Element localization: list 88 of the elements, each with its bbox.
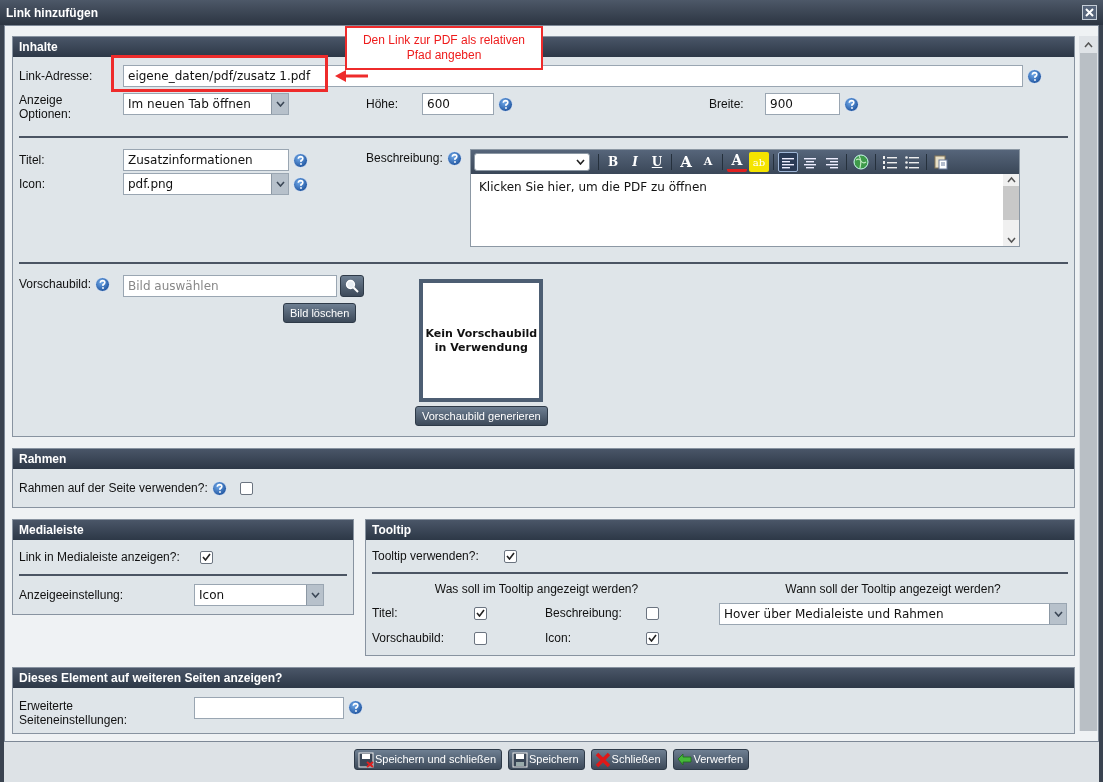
numbered-list-icon	[882, 154, 898, 170]
width-field[interactable]: 900	[765, 93, 840, 115]
help-icon	[446, 150, 462, 166]
field-label: Titel:	[19, 152, 46, 169]
field-label: Breite:	[709, 96, 745, 113]
chevron-down-icon	[275, 181, 285, 187]
help-icon	[498, 96, 513, 112]
bold-button[interactable]: B	[603, 152, 623, 172]
globe-icon	[853, 154, 869, 170]
field-label: Link-Adresse:	[19, 68, 94, 85]
checkbox[interactable]	[200, 550, 213, 564]
field-label: Beschreibung:	[366, 150, 443, 167]
scroll-up-icon	[1084, 41, 1093, 48]
annotation-callout: Den Link zur PDF als relativen Pfad angeben	[345, 26, 543, 70]
file-dropdown[interactable]: pdf.png	[123, 173, 289, 195]
generate-preview-button[interactable]: Vorschaubild generieren	[415, 406, 548, 426]
panel-title: Dieses Element auf weiteren Seiten anzeigen?	[13, 668, 1074, 688]
rich-text-editor[interactable]: B I U A A A ab Klicken Sie hier, um die PDF zu öffnen	[470, 149, 1020, 247]
field-label: Anzeige Optionen:	[19, 93, 73, 121]
help-icon	[293, 152, 308, 168]
help-icon	[1027, 68, 1042, 84]
panel-title: Medialeiste	[13, 520, 353, 540]
chevron-down-icon	[1053, 611, 1063, 617]
field-label: Beschreibung:	[545, 605, 623, 622]
close-button[interactable]	[1082, 5, 1097, 20]
chevron-down-icon	[275, 101, 285, 107]
footer-button[interactable]: Speichern und schließen	[353, 749, 503, 770]
editor-text: Klicken Sie hier, um die PDF zu öffnen	[478, 179, 708, 196]
field-label: Vorschaubild:	[19, 276, 92, 293]
help-icon	[293, 176, 308, 192]
field-label: Erweiterte Seiteneinstellungen:	[19, 698, 129, 727]
arrow-left-icon	[676, 751, 693, 768]
field-label: Icon:	[545, 630, 572, 647]
paste-icon	[933, 154, 949, 170]
panel-title: Tooltip	[366, 520, 1074, 540]
scrollbar-thumb[interactable]	[1003, 186, 1019, 220]
checkbox[interactable]	[504, 549, 517, 563]
display-setting-dropdown[interactable]: Icon	[194, 584, 324, 606]
font-shrink-button[interactable]: A	[698, 152, 718, 172]
checkbox[interactable]	[646, 606, 659, 620]
bullet-list-icon	[904, 154, 920, 170]
font-dropdown[interactable]	[474, 153, 590, 171]
checkbox[interactable]	[646, 631, 659, 645]
checkbox[interactable]	[474, 631, 487, 645]
window-title: Link hinzufügen	[6, 4, 98, 22]
italic-button[interactable]: I	[625, 152, 645, 172]
field-label: Vorschaubild:	[372, 630, 446, 647]
panel-title: Rahmen	[13, 449, 1074, 469]
underline-button[interactable]: U	[647, 152, 667, 172]
section-heading: Was soll im Tooltip angezeigt werden?	[433, 581, 640, 598]
paste-button[interactable]	[931, 152, 951, 172]
chevron-down-icon	[310, 592, 320, 598]
field-label: Tooltip verwenden?:	[372, 548, 480, 565]
field-label: Höhe:	[366, 96, 400, 113]
display-options-dropdown[interactable]: Im neuen Tab öffnen	[123, 93, 289, 115]
checkbox[interactable]	[239, 481, 253, 495]
section-heading: Wann soll der Tooltip angezeigt werden?	[785, 581, 1001, 598]
help-icon	[211, 480, 227, 496]
checkbox[interactable]	[474, 606, 487, 620]
arrow-icon	[334, 69, 370, 83]
image-field[interactable]: Bild auswählen	[123, 275, 337, 297]
field-label: Titel:	[372, 605, 399, 622]
footer-button[interactable]: Speichern	[508, 749, 585, 770]
footer-button[interactable]: Schließen	[590, 749, 667, 770]
help-icon	[95, 276, 111, 292]
preview-empty-text: Kein Vorschaubild in Verwendung	[424, 326, 539, 355]
delete-image-button[interactable]: Bild löschen	[283, 303, 357, 323]
close-icon	[1085, 8, 1094, 17]
field-label: Link in Medialeiste anzeigen?:	[19, 549, 181, 566]
search-icon	[345, 279, 359, 293]
title-field[interactable]: Zusatzinformationen	[123, 149, 289, 171]
chevron-down-icon	[576, 159, 585, 165]
page-settings-field[interactable]	[194, 697, 344, 719]
help-icon	[844, 96, 859, 112]
globe-button[interactable]	[851, 152, 871, 172]
align-left-button[interactable]	[778, 152, 798, 172]
tooltip-timing-dropdown[interactable]: Hover über Medialeiste und Rahmen	[719, 603, 1067, 625]
field-label: Anzeigeeinstellung:	[19, 587, 125, 604]
search-button[interactable]	[340, 275, 364, 297]
field-label: Icon:	[19, 176, 46, 193]
field-label: Rahmen auf der Seite verwenden?:	[19, 480, 208, 497]
height-field[interactable]: 600	[422, 93, 494, 115]
font-grow-button[interactable]: A	[676, 152, 696, 172]
cross-icon	[594, 751, 611, 768]
scrollbar[interactable]	[1003, 174, 1019, 246]
link-address-field[interactable]: eigene_daten/pdf/zusatz 1.pdf	[123, 65, 1023, 87]
footer-button[interactable]: Verwerfen	[672, 749, 750, 770]
help-icon	[348, 700, 363, 715]
